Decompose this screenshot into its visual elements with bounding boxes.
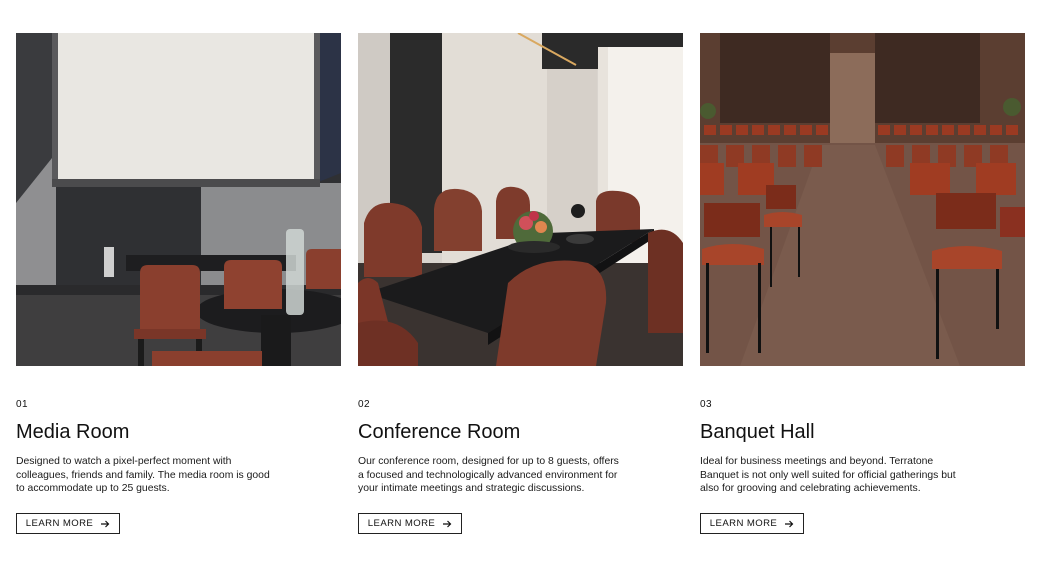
conference-room-photo — [358, 33, 683, 366]
learn-more-button[interactable]: LEARN MORE — [16, 513, 120, 534]
room-title: Conference Room — [358, 421, 521, 443]
room-card-banquet: 03 Banquet Hall Ideal for business meeti… — [700, 33, 1025, 534]
room-card-conference: 02 Conference Room Our conference room, … — [358, 33, 683, 534]
learn-more-button[interactable]: LEARN MORE — [700, 513, 804, 534]
arrow-right-icon — [443, 520, 452, 527]
room-card-media: 01 Media Room Designed to watch a pixel-… — [16, 33, 341, 534]
room-number: 02 — [358, 399, 371, 410]
learn-more-label: LEARN MORE — [709, 518, 778, 529]
room-description: Designed to watch a pixel-perfect moment… — [16, 456, 270, 494]
learn-more-label: LEARN MORE — [367, 518, 436, 529]
room-number: 03 — [700, 399, 713, 410]
room-title: Media Room — [16, 421, 130, 443]
room-description: Ideal for business meetings and beyond. … — [700, 456, 956, 494]
arrow-right-icon — [785, 520, 794, 527]
room-number: 01 — [16, 399, 29, 410]
room-title: Banquet Hall — [700, 421, 815, 443]
room-description: Our conference room, designed for up to … — [358, 456, 619, 494]
learn-more-label: LEARN MORE — [25, 518, 94, 529]
arrow-right-icon — [101, 520, 110, 527]
media-room-photo — [16, 33, 341, 366]
learn-more-button[interactable]: LEARN MORE — [358, 513, 462, 534]
room-cards: 01 Media Room Designed to watch a pixel-… — [16, 33, 1025, 534]
banquet-hall-photo — [700, 33, 1025, 366]
